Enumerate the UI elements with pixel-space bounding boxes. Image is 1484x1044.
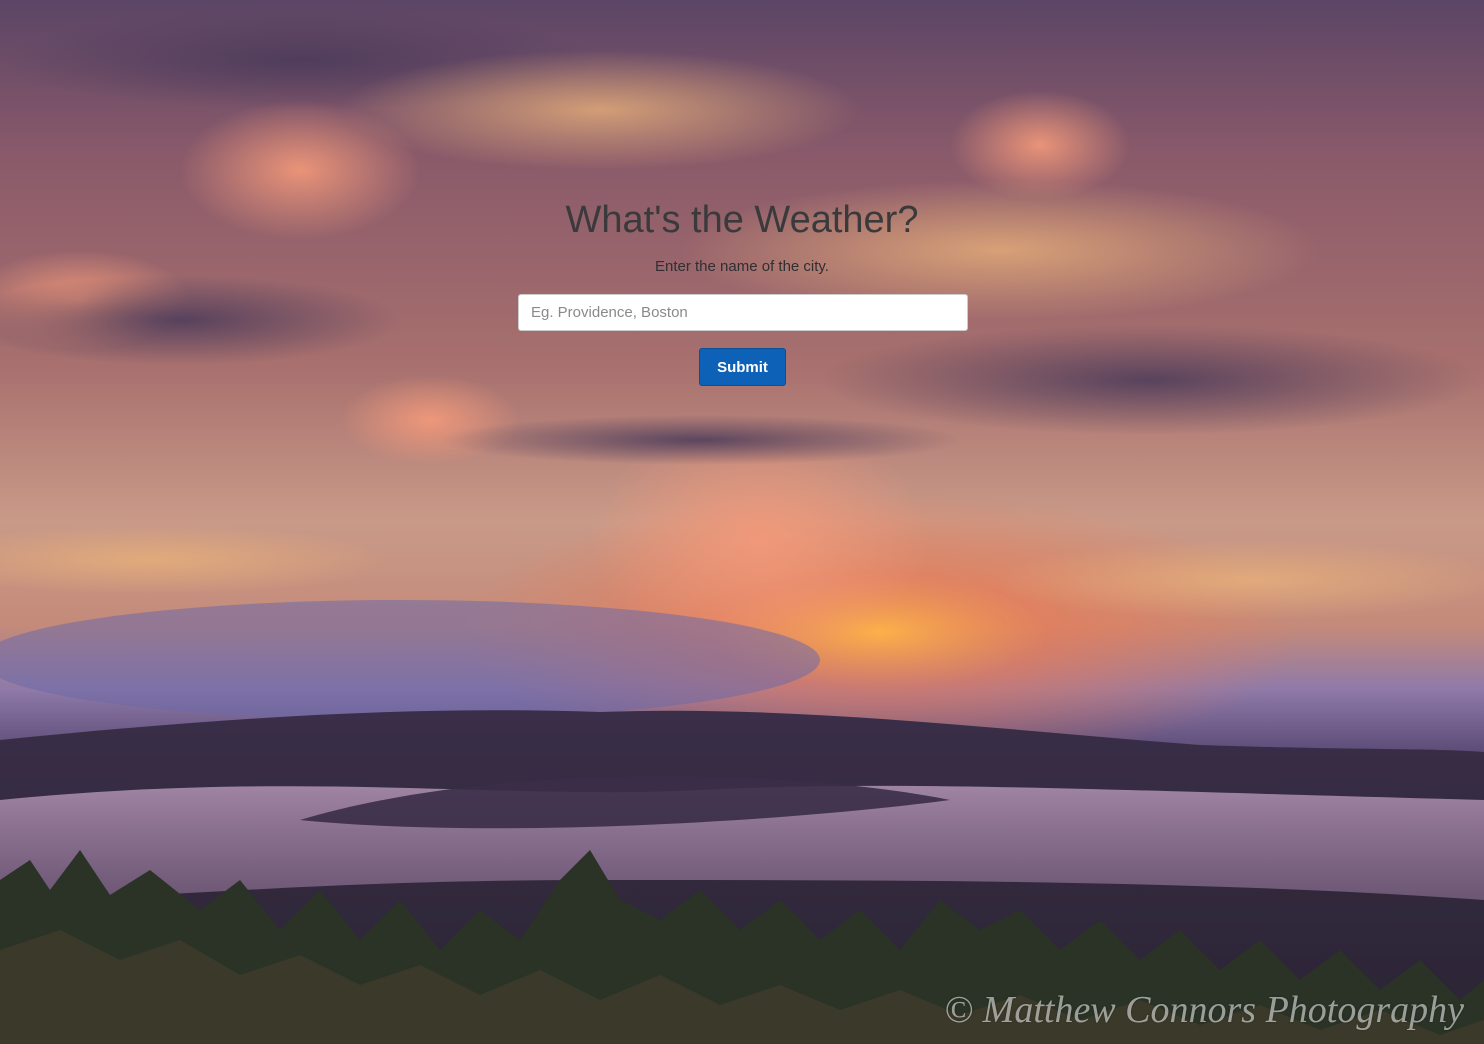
page-title: What's the Weather?	[565, 199, 919, 241]
page-subtitle: Enter the name of the city.	[655, 258, 829, 275]
background-photo	[0, 0, 1484, 1044]
photographer-watermark: © Matthew Connors Photography	[944, 989, 1464, 1031]
city-input[interactable]	[518, 294, 968, 331]
submit-button[interactable]: Submit	[699, 348, 786, 386]
